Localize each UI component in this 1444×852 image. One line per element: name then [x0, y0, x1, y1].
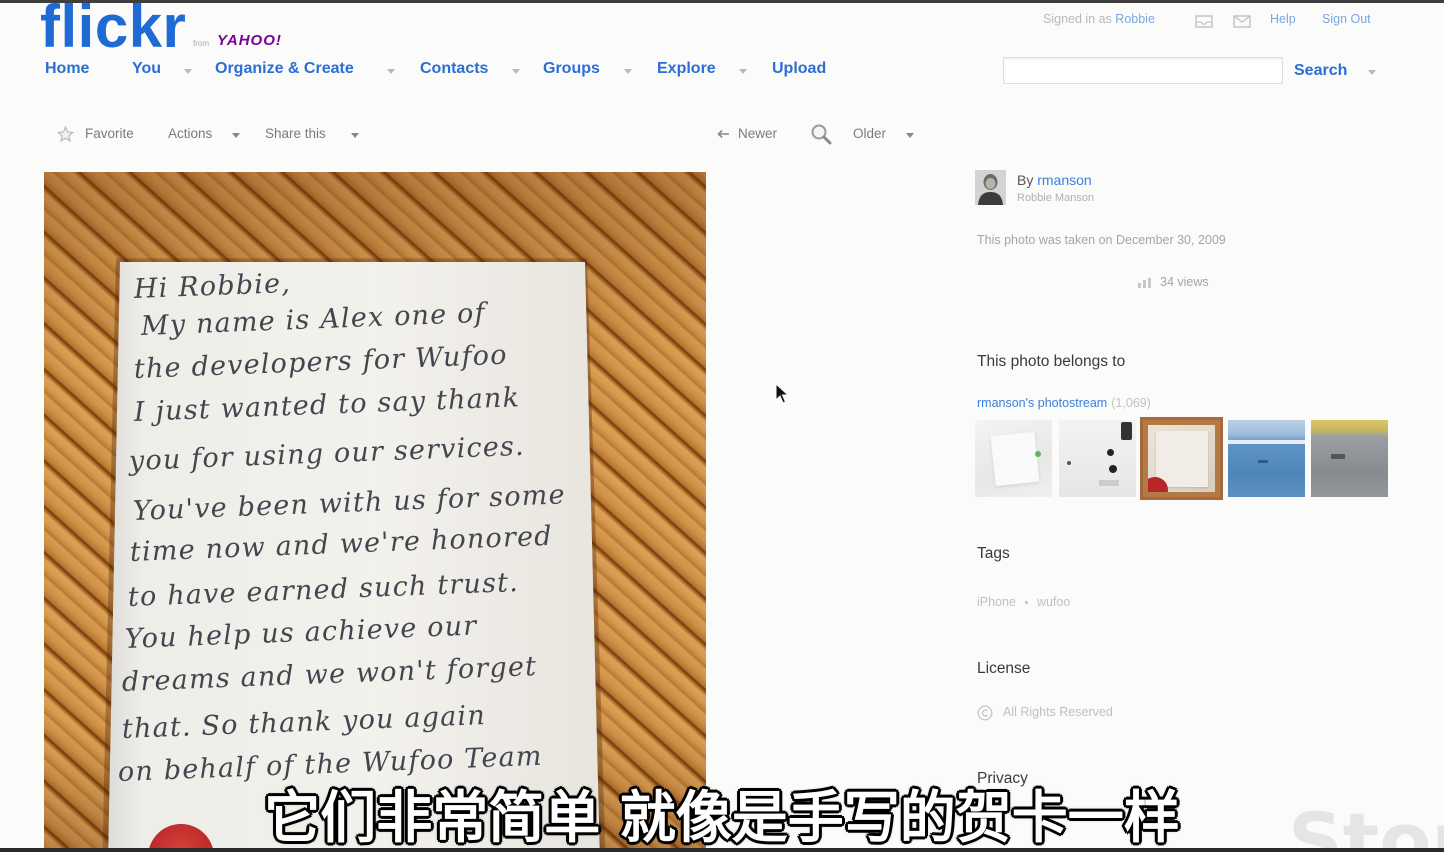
note-line: you for using our services. [128, 430, 526, 477]
video-frame-top-edge [0, 0, 1444, 3]
chevron-down-icon[interactable] [512, 69, 520, 74]
chevron-down-icon[interactable] [232, 133, 240, 138]
photostream-count: (1,069) [1111, 396, 1151, 410]
photostream-thumbnail[interactable] [1228, 420, 1305, 497]
favorite-button[interactable]: Favorite [85, 126, 134, 141]
tags-heading: Tags [977, 545, 1010, 562]
note-line: on behalf of the Wufoo Team [117, 740, 544, 788]
nav-upload[interactable]: Upload [772, 60, 826, 78]
older-button[interactable]: Older [853, 126, 886, 141]
search-options-chevron-icon[interactable] [1368, 70, 1376, 75]
arrow-left-icon[interactable] [717, 129, 730, 139]
yahoo-logo: YAHOO! [217, 32, 282, 49]
avatar[interactable] [975, 170, 1006, 205]
photostream-thumbnail[interactable] [1311, 420, 1388, 497]
note-line: Hi Robbie, [133, 267, 292, 305]
video-subtitle: 它们非常简单 就像是手写的贺卡一样 [264, 786, 1180, 851]
photostream-thumbnail[interactable] [1059, 420, 1136, 497]
inbox-icon[interactable] [1195, 13, 1213, 28]
search-input[interactable] [1003, 57, 1283, 84]
note-line: I just wanted to say thank [133, 382, 521, 428]
owner-username-link[interactable]: rmanson [1037, 172, 1091, 188]
tag-separator [1024, 601, 1028, 605]
signed-in-status: Signed in as Robbie [1043, 12, 1155, 26]
note-line: time now and we're honored [129, 520, 554, 568]
owner-real-name: Robbie Manson [1017, 192, 1095, 204]
belongs-to-heading: This photo belongs to [977, 353, 1126, 370]
license-link[interactable]: All Rights Reserved [1003, 705, 1113, 719]
newer-button[interactable]: Newer [738, 126, 777, 141]
chevron-down-icon[interactable] [739, 69, 747, 74]
license-heading: License [977, 660, 1031, 677]
signed-in-username[interactable]: Robbie [1115, 12, 1155, 26]
note-line: to have earned such trust. [127, 566, 520, 613]
tag-link[interactable]: iPhone [977, 595, 1016, 609]
nav-explore[interactable]: Explore [657, 60, 716, 78]
nav-organize-create[interactable]: Organize & Create [215, 60, 354, 78]
chevron-down-icon[interactable] [351, 133, 359, 138]
by-label: By [1017, 172, 1034, 188]
logo-from-text: from [193, 39, 209, 48]
chevron-down-icon[interactable] [387, 69, 395, 74]
copyright-icon [977, 705, 993, 721]
photostream-label[interactable]: rmanson's photostream [977, 396, 1107, 410]
search-button[interactable]: Search [1294, 62, 1347, 80]
chevron-down-icon[interactable] [184, 69, 192, 74]
handwritten-note: Hi Robbie, My name is Alex one of the de… [108, 262, 600, 848]
sign-out-link[interactable]: Sign Out [1322, 12, 1371, 26]
star-icon[interactable] [57, 126, 74, 142]
nav-contacts[interactable]: Contacts [420, 60, 488, 78]
tag-link[interactable]: wufoo [1037, 595, 1070, 609]
photo[interactable]: Hi Robbie, My name is Alex one of the de… [44, 172, 706, 848]
nav-groups[interactable]: Groups [543, 60, 600, 78]
actions-menu[interactable]: Actions [168, 126, 212, 141]
logo-wordmark[interactable]: flickr [40, 0, 186, 60]
mouse-cursor [775, 383, 789, 404]
photostream-thumbnail[interactable] [1140, 417, 1223, 500]
views-icon [1138, 278, 1151, 288]
chevron-down-icon[interactable] [906, 133, 914, 138]
note-line: that. So thank you again [121, 700, 487, 745]
nav-home[interactable]: Home [45, 60, 89, 78]
note-line: dreams and we won't forget [121, 651, 538, 698]
video-frame-bottom-edge [0, 848, 1444, 852]
view-count: 34 views [1160, 275, 1209, 289]
date-taken[interactable]: This photo was taken on December 30, 200… [977, 233, 1226, 247]
tag-list: iPhone wufoo [977, 595, 1070, 609]
owner-byline: By rmanson [1017, 172, 1092, 188]
nav-you[interactable]: You [132, 60, 161, 78]
mail-icon[interactable] [1233, 13, 1251, 28]
note-line: the developers for Wufoo [133, 339, 509, 385]
share-menu[interactable]: Share this [265, 126, 326, 141]
signed-in-label: Signed in as [1043, 12, 1112, 26]
magnifier-icon[interactable] [810, 123, 832, 145]
help-link[interactable]: Help [1270, 12, 1296, 26]
chevron-down-icon[interactable] [624, 69, 632, 74]
note-line: You help us achieve our [124, 610, 478, 655]
photostream-thumbnail[interactable] [975, 420, 1052, 497]
photostream-link[interactable]: rmanson's photostream (1,069) [977, 396, 1151, 410]
